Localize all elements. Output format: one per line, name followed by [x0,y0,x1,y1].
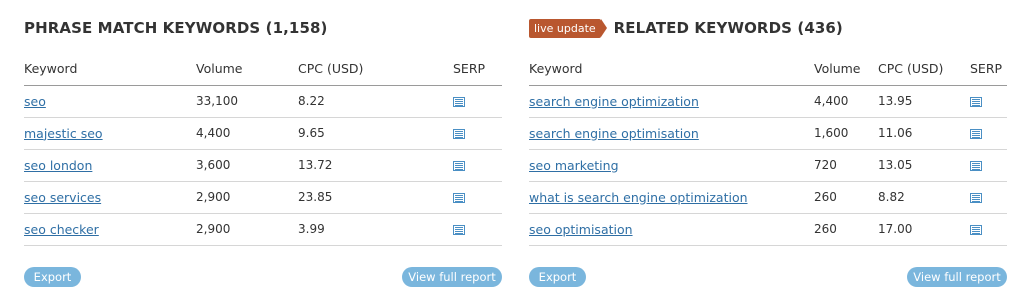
volume-cell: 3,600 [196,158,231,172]
cpc-cell: 13.72 [298,158,333,172]
phrase-match-header: PHRASE MATCH KEYWORDS (1,158) [24,16,327,40]
table-row: search engine optimisation 1,600 11.06 [529,117,1007,149]
table-row: seo 33,100 8.22 [24,85,502,117]
keyword-link[interactable]: majestic seo [24,126,103,141]
cpc-cell: 23.85 [298,190,333,204]
related-keywords-table: Keyword Volume CPC (USD) SERP search eng… [529,52,1007,246]
view-full-report-button[interactable]: View full report [907,267,1007,287]
serp-list-icon[interactable] [970,160,982,171]
cpc-cell: 13.05 [878,158,913,172]
column-header-serp: SERP [453,60,486,76]
live-update-badge: live update [529,18,607,38]
keyword-link[interactable]: seo optimisation [529,222,633,237]
keyword-link[interactable]: seo marketing [529,158,619,173]
column-header-volume[interactable]: Volume [196,52,298,85]
column-header-serp: SERP [970,60,1003,76]
volume-cell: 2,900 [196,190,231,204]
table-header-row: Keyword Volume CPC (USD) SERP [529,52,1007,85]
keyword-link[interactable]: search engine optimisation [529,126,699,141]
keyword-link[interactable]: seo london [24,158,92,173]
serp-list-icon[interactable] [970,192,982,203]
table-header-row: Keyword Volume CPC (USD) SERP [24,52,502,85]
column-header-volume[interactable]: Volume [814,52,878,85]
phrase-match-title: PHRASE MATCH KEYWORDS (1,158) [24,19,328,37]
view-full-report-button[interactable]: View full report [402,267,502,287]
cpc-cell: 17.00 [878,222,913,236]
volume-cell: 4,400 [814,94,849,108]
keyword-link[interactable]: what is search engine optimization [529,190,748,205]
table-row: seo marketing 720 13.05 [529,149,1007,181]
keyword-link[interactable]: seo [24,94,46,109]
volume-cell: 4,400 [196,126,231,140]
volume-cell: 1,600 [814,126,849,140]
keyword-link[interactable]: seo services [24,190,101,205]
column-header-keyword[interactable]: Keyword [529,52,814,85]
serp-list-icon[interactable] [453,128,465,139]
cpc-cell: 9.65 [298,126,325,140]
volume-cell: 33,100 [196,94,238,108]
related-keywords-title: RELATED KEYWORDS (436) [613,19,843,37]
export-button[interactable]: Export [24,267,81,287]
cpc-cell: 11.06 [878,126,913,140]
serp-list-icon[interactable] [453,192,465,203]
volume-cell: 260 [814,190,837,204]
keyword-link[interactable]: search engine optimization [529,94,699,109]
serp-list-icon[interactable] [453,160,465,171]
volume-cell: 260 [814,222,837,236]
table-row: seo london 3,600 13.72 [24,149,502,181]
table-row: search engine optimization 4,400 13.95 [529,85,1007,117]
export-button[interactable]: Export [529,267,586,287]
serp-list-icon[interactable] [453,96,465,107]
cpc-cell: 13.95 [878,94,913,108]
volume-cell: 2,900 [196,222,231,236]
cpc-cell: 3.99 [298,222,325,236]
volume-cell: 720 [814,158,837,172]
cpc-cell: 8.82 [878,190,905,204]
column-header-cpc[interactable]: CPC (USD) [298,52,453,85]
table-row: seo checker 2,900 3.99 [24,213,502,245]
serp-list-icon[interactable] [970,224,982,235]
cpc-cell: 8.22 [298,94,325,108]
table-row: seo optimisation 260 17.00 [529,213,1007,245]
table-row: seo services 2,900 23.85 [24,181,502,213]
serp-list-icon[interactable] [453,224,465,235]
keyword-link[interactable]: seo checker [24,222,99,237]
phrase-match-table: Keyword Volume CPC (USD) SERP seo 33,100… [24,52,502,246]
related-keywords-header: live update RELATED KEYWORDS (436) [529,16,843,40]
serp-list-icon[interactable] [970,96,982,107]
column-header-cpc[interactable]: CPC (USD) [878,52,970,85]
table-row: what is search engine optimization 260 8… [529,181,1007,213]
column-header-keyword[interactable]: Keyword [24,52,196,85]
table-row: majestic seo 4,400 9.65 [24,117,502,149]
serp-list-icon[interactable] [970,128,982,139]
